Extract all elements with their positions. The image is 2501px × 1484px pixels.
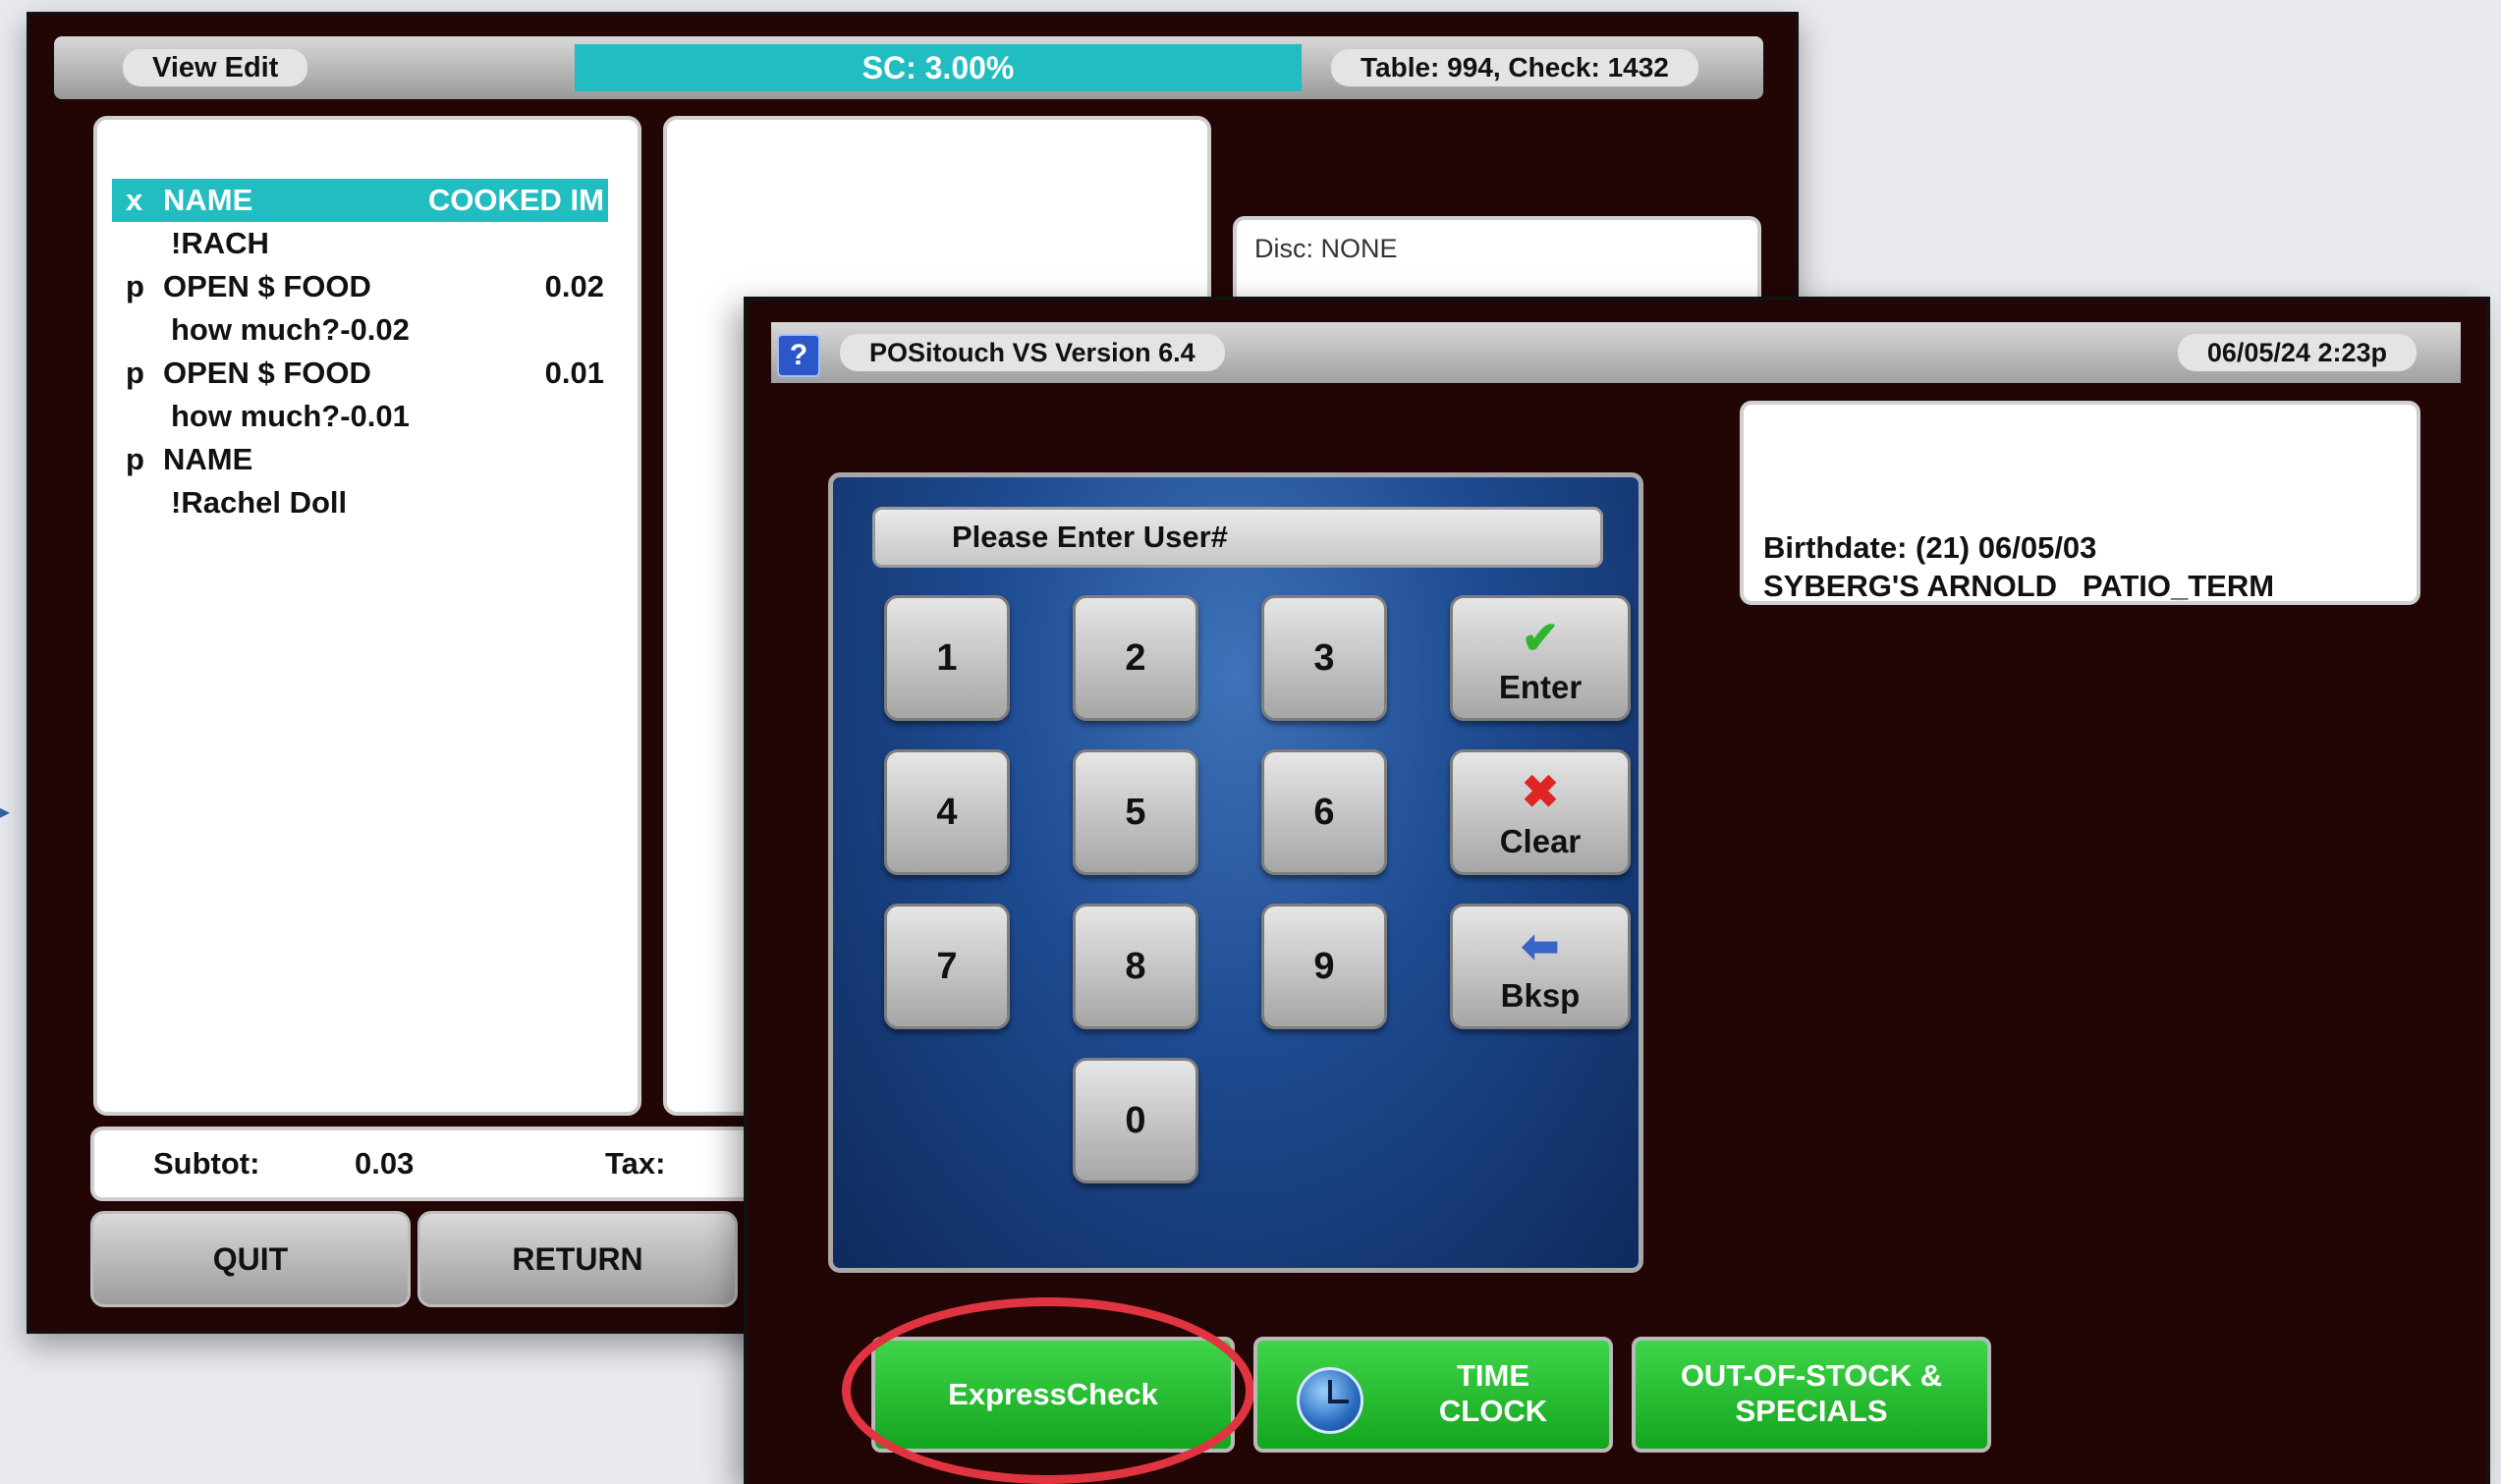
subtotal-label: Subtot: <box>153 1146 260 1181</box>
enter-button[interactable]: ✔ Enter <box>1450 595 1631 721</box>
highlight-circle <box>842 1297 1254 1484</box>
list-item[interactable]: p OPEN $ FOOD 0.02 <box>112 265 608 308</box>
user-number-prompt: Please Enter User# <box>952 520 1228 554</box>
user-number-input[interactable]: Please Enter User# <box>872 507 1603 568</box>
key-7-button[interactable]: 7 <box>884 904 1010 1029</box>
key-8-button[interactable]: 8 <box>1073 904 1198 1029</box>
key-4-button[interactable]: 4 <box>884 749 1010 875</box>
key-9-button[interactable]: 9 <box>1261 904 1387 1029</box>
clear-button[interactable]: ✖ Clear <box>1450 749 1631 875</box>
left-arrow-icon: ⬅ <box>1521 920 1560 971</box>
list-item[interactable]: p NAME <box>112 438 608 481</box>
order-list-header: x NAME COOKED IM <box>112 179 608 222</box>
login-header-bar: ? POSitouch VS Version 6.4 06/05/24 2:23… <box>771 322 2461 383</box>
checkmark-icon: ✔ <box>1521 612 1560 663</box>
key-5-button[interactable]: 5 <box>1073 749 1198 875</box>
x-icon: ✖ <box>1521 766 1560 817</box>
out-of-stock-label: OUT-OF-STOCK & SPECIALS <box>1680 1358 1943 1428</box>
list-item[interactable]: !Rachel Doll <box>112 481 608 524</box>
birthdate-text: Birthdate: (21) 06/05/03 <box>1763 530 2097 565</box>
list-item[interactable]: !RACH <box>112 222 608 265</box>
enter-label: Enter <box>1498 669 1583 705</box>
version-label: POSitouch VS Version 6.4 <box>840 334 1225 371</box>
time-clock-label: TIME CLOCK <box>1438 1358 1548 1428</box>
key-1-button[interactable]: 1 <box>884 595 1010 721</box>
subtotal-value: 0.03 <box>355 1146 415 1181</box>
key-2-button[interactable]: 2 <box>1073 595 1198 721</box>
out-of-stock-button[interactable]: OUT-OF-STOCK & SPECIALS <box>1632 1337 1991 1453</box>
location-text: SYBERG'S ARNOLD PATIO_TERM <box>1763 569 2275 603</box>
time-clock-button[interactable]: TIME CLOCK <box>1253 1337 1613 1453</box>
user-login-window: ? POSitouch VS Version 6.4 06/05/24 2:23… <box>744 297 2490 1484</box>
service-charge-indicator: SC: 3.00% <box>575 44 1302 91</box>
order-header-bar: View Edit SC: 3.00% Table: 994, Check: 1… <box>54 36 1763 99</box>
key-6-button[interactable]: 6 <box>1261 749 1387 875</box>
info-panel: Birthdate: (21) 06/05/03 SYBERG'S ARNOLD… <box>1740 401 2420 605</box>
return-button[interactable]: RETURN <box>417 1211 738 1307</box>
keypad-panel: Please Enter User# 1 2 3 ✔ Enter 4 5 6 ✖… <box>828 472 1643 1273</box>
backspace-button[interactable]: ⬅ Bksp <box>1450 904 1631 1029</box>
key-3-button[interactable]: 3 <box>1261 595 1387 721</box>
list-item[interactable]: how much?-0.02 <box>112 308 608 352</box>
backspace-label: Bksp <box>1500 977 1581 1014</box>
quit-button[interactable]: QUIT <box>90 1211 411 1307</box>
clock-icon <box>1297 1367 1363 1434</box>
clear-label: Clear <box>1499 823 1582 859</box>
help-icon[interactable]: ? <box>777 334 820 377</box>
order-items-list[interactable]: x NAME COOKED IM !RACH p OPEN $ FOOD 0.0… <box>93 116 641 1116</box>
date-time-label: 06/05/24 2:23p <box>2177 334 2417 371</box>
tax-label: Tax: <box>605 1146 666 1181</box>
list-item[interactable]: p OPEN $ FOOD 0.01 <box>112 352 608 395</box>
key-0-button[interactable]: 0 <box>1073 1058 1198 1183</box>
discount-text: Disc: NONE <box>1254 234 1398 263</box>
table-check-info: Table: 994, Check: 1432 <box>1331 49 1698 86</box>
pointer-arrow-icon: ▸ <box>0 801 11 823</box>
list-item[interactable]: how much?-0.01 <box>112 395 608 438</box>
view-edit-menu[interactable]: View Edit <box>123 49 308 86</box>
